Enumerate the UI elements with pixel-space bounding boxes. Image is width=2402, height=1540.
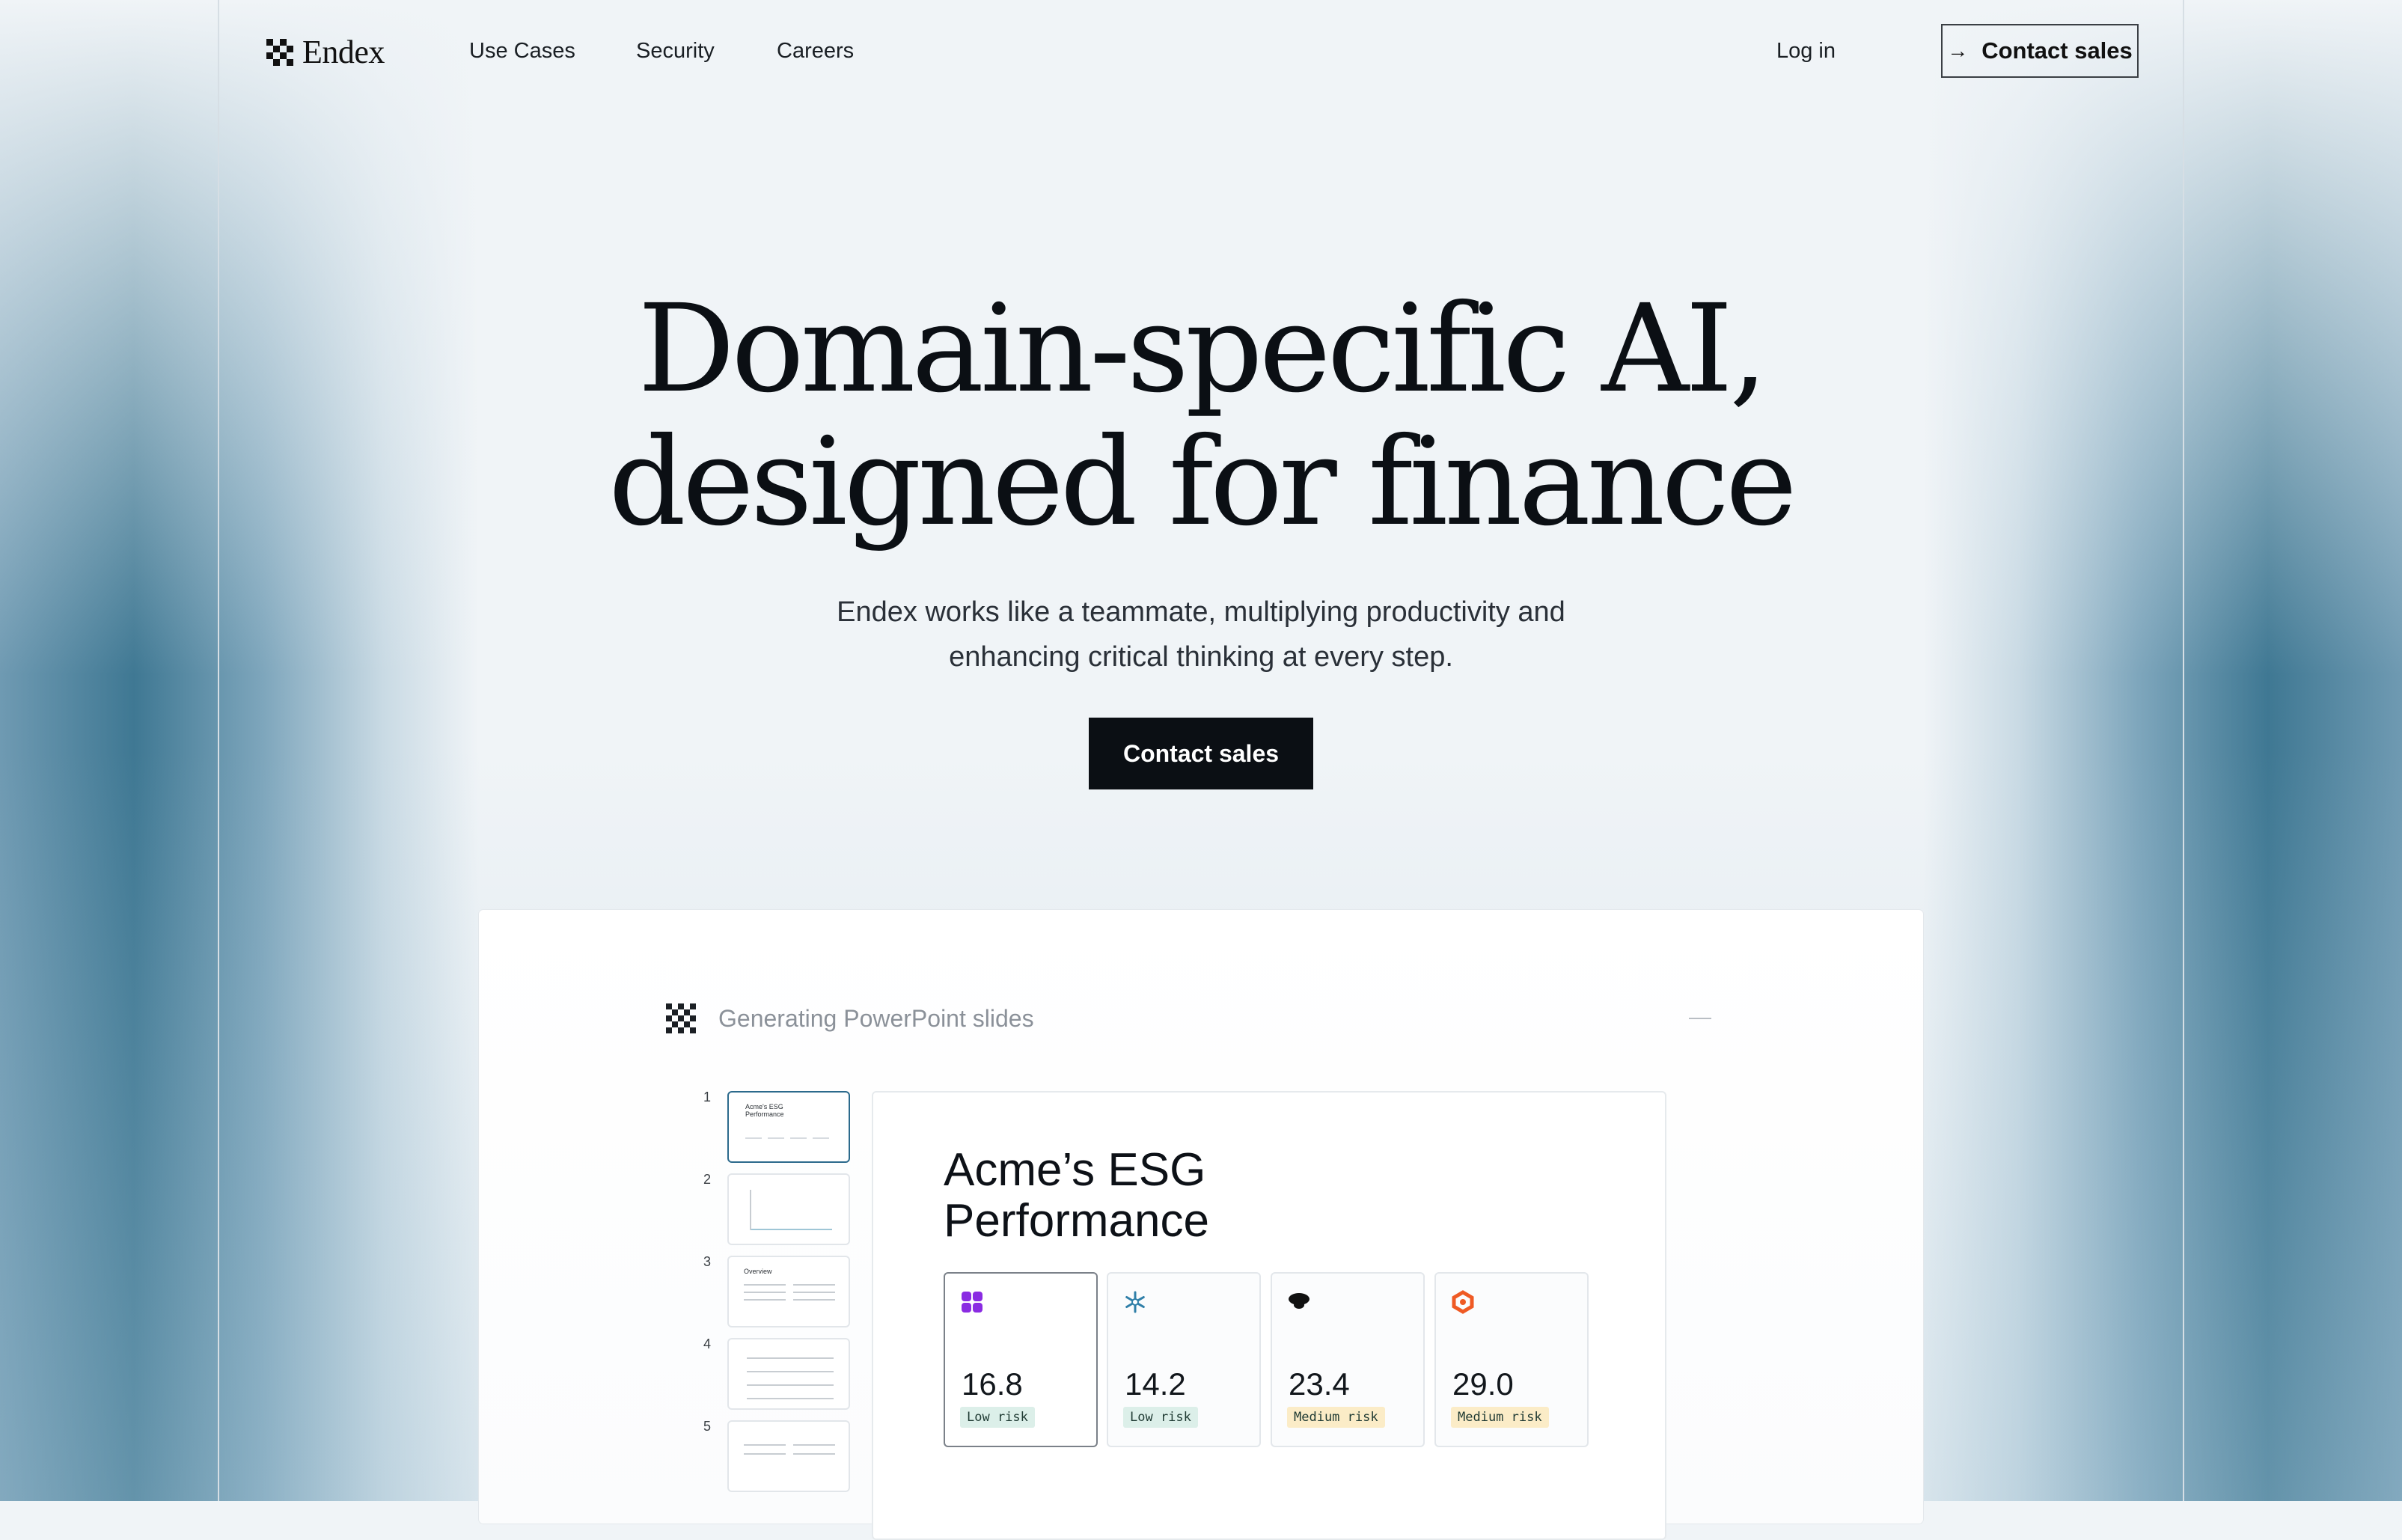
metric-value: 23.4: [1289, 1366, 1350, 1402]
metric-card-2[interactable]: 14.2 Low risk: [1107, 1272, 1261, 1447]
metric-value: 29.0: [1452, 1366, 1514, 1402]
black-dome-logo-icon: [1289, 1293, 1310, 1309]
orange-hexagon-logo-icon: [1452, 1290, 1474, 1314]
frame-line-right: [2183, 0, 2184, 1501]
generation-status: Generating PowerPoint slides: [666, 1003, 1034, 1033]
thumbnail-title: Acme's ESG Performance: [745, 1103, 784, 1118]
hero-title-line-2: designed for finance: [608, 412, 1797, 553]
risk-badge: Medium risk: [1287, 1407, 1385, 1428]
nav-link-use-cases[interactable]: Use Cases: [469, 39, 575, 64]
slide-title-line-1: Acme’s ESG: [944, 1144, 1206, 1196]
brand-name: Endex: [302, 34, 385, 70]
brand-logo[interactable]: Endex: [266, 36, 385, 69]
checker-spinner-icon: [666, 1003, 696, 1033]
checker-logo-icon: [266, 39, 293, 66]
background-gradient-left: [0, 0, 479, 1501]
slide-preview: Acme’s ESG Performance 16.8 Low risk 14.…: [872, 1091, 1666, 1540]
demo-card: Generating PowerPoint slides 1 Acme's ES…: [479, 910, 1923, 1540]
background-gradient-right: [1923, 0, 2402, 1501]
arrow-right-icon: →: [1947, 39, 1969, 62]
risk-badge: Medium risk: [1451, 1407, 1549, 1428]
hero-subtitle-line-1: Endex works like a teammate, multiplying…: [837, 596, 1565, 628]
nav-link-security[interactable]: Security: [636, 39, 715, 64]
thumbnail-number: 1: [703, 1090, 712, 1104]
thumbnail-number: 4: [703, 1336, 712, 1351]
metric-card-3[interactable]: 23.4 Medium risk: [1271, 1272, 1425, 1447]
slide-thumbnail-2[interactable]: [727, 1173, 850, 1245]
metric-card-1[interactable]: 16.8 Low risk: [944, 1272, 1098, 1447]
slide-title: Acme’s ESG Performance: [944, 1145, 1209, 1247]
top-nav: Endex Use Cases Security Careers Log in …: [263, 21, 2139, 84]
hero-subtitle: Endex works like a teammate, multiplying…: [0, 590, 2402, 679]
thumbnail-number: 3: [703, 1254, 712, 1269]
thumbnail-number: 2: [703, 1172, 712, 1187]
slide-thumbnail-1[interactable]: Acme's ESG Performance: [727, 1091, 850, 1163]
contact-sales-nav-label: Contact sales: [1981, 37, 2133, 64]
thumbnail-number: 5: [703, 1419, 712, 1434]
nav-link-careers[interactable]: Careers: [777, 39, 854, 64]
risk-badge: Low risk: [1123, 1407, 1198, 1428]
snowflake-logo-icon: [1125, 1291, 1145, 1313]
generation-status-text: Generating PowerPoint slides: [718, 1004, 1034, 1032]
contact-sales-hero-button[interactable]: Contact sales: [1089, 718, 1313, 789]
frame-line-left: [218, 0, 219, 1501]
contact-sales-nav-button[interactable]: → Contact sales: [1941, 24, 2139, 78]
hero-subtitle-line-2: enhancing critical thinking at every ste…: [949, 641, 1453, 673]
login-link[interactable]: Log in: [1776, 39, 1836, 64]
slide-thumbnail-4[interactable]: [727, 1338, 850, 1410]
hero-title-line-1: Domain-specific AI,: [638, 279, 1767, 420]
hero-title: Domain-specific AI, designed for finance: [0, 283, 2402, 549]
metric-value: 16.8: [962, 1366, 1023, 1402]
slide-thumbnail-3[interactable]: Overview: [727, 1256, 850, 1327]
minus-icon[interactable]: [1689, 1018, 1711, 1019]
slide-thumbnail-5[interactable]: [727, 1420, 850, 1492]
metric-card-4[interactable]: 29.0 Medium risk: [1434, 1272, 1589, 1447]
risk-badge: Low risk: [960, 1407, 1035, 1428]
purple-quad-logo-icon: [962, 1292, 983, 1313]
metric-value: 14.2: [1125, 1366, 1186, 1402]
thumbnail-title: Overview: [744, 1268, 772, 1275]
slide-title-line-2: Performance: [944, 1195, 1209, 1247]
